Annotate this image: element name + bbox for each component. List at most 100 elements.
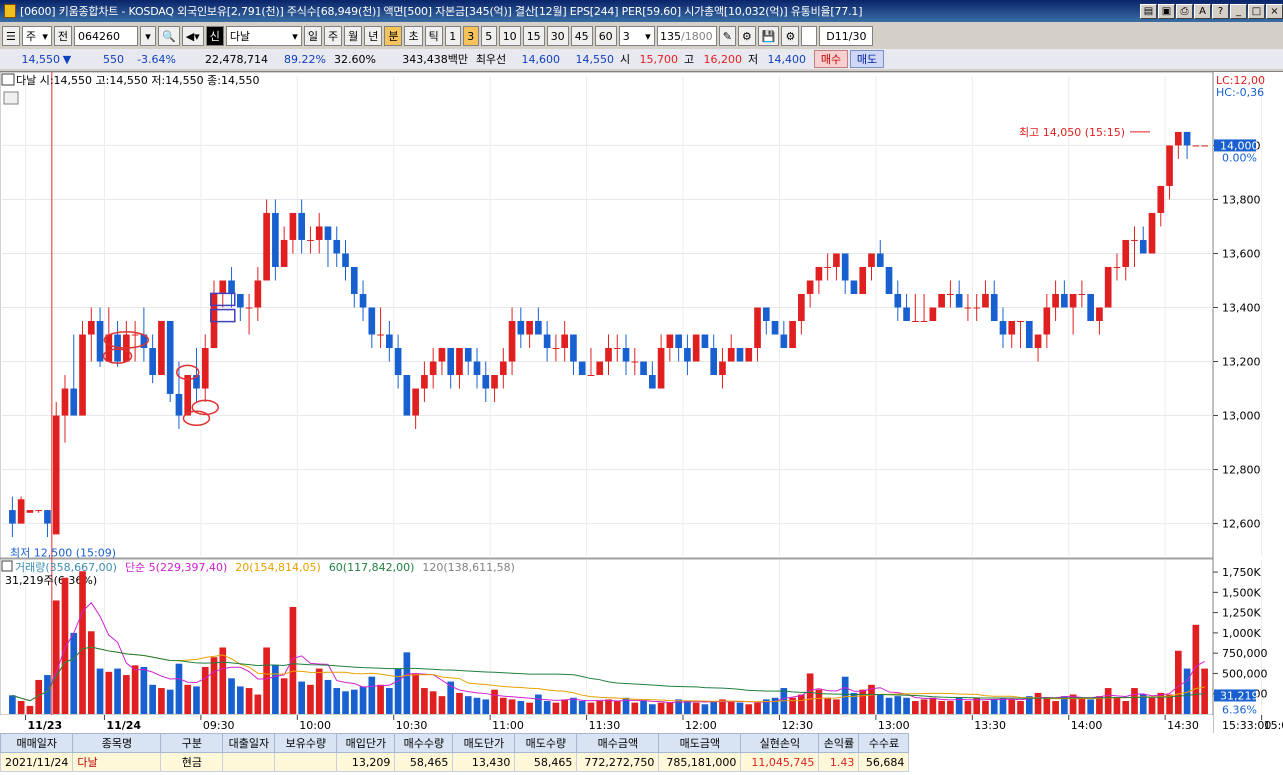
date-checkbox[interactable] bbox=[801, 26, 818, 46]
interval-60[interactable]: 60 bbox=[594, 26, 617, 46]
candle bbox=[631, 361, 639, 363]
tab-year[interactable]: 년 bbox=[364, 26, 383, 46]
interval-30[interactable]: 30 bbox=[546, 26, 569, 46]
volume-bar bbox=[1148, 697, 1156, 714]
volume-panel-icon[interactable] bbox=[1, 560, 13, 572]
y-tick-label: 13,400 bbox=[1222, 301, 1261, 314]
window-icon[interactable]: ▣ bbox=[1158, 3, 1175, 19]
trade-amount: 343,438백만 bbox=[402, 53, 468, 66]
candle bbox=[640, 361, 647, 376]
candle bbox=[17, 499, 25, 524]
grid-header[interactable]: 매입단가 bbox=[336, 733, 396, 753]
volume-bar bbox=[140, 666, 148, 714]
sound-icon[interactable]: ◀▾ bbox=[181, 26, 204, 46]
count-input[interactable]: 135/1800 bbox=[656, 26, 717, 46]
grid-toggle-icon[interactable] bbox=[3, 91, 19, 105]
candle bbox=[421, 375, 428, 389]
settings-icon[interactable]: ⚙ bbox=[781, 26, 800, 46]
layout-icon[interactable]: ▤ bbox=[1140, 3, 1157, 19]
grid-header[interactable]: 매매일자 bbox=[0, 733, 74, 753]
volume-bar bbox=[833, 699, 840, 714]
interval-3[interactable]: 3 bbox=[462, 26, 479, 46]
candle bbox=[1043, 307, 1051, 335]
candle bbox=[649, 375, 656, 389]
candle bbox=[87, 321, 95, 335]
grid-header[interactable]: 손익률 bbox=[818, 733, 860, 753]
interval-5[interactable]: 5 bbox=[480, 26, 497, 46]
date-input[interactable]: D 11/30 bbox=[819, 26, 874, 46]
candle bbox=[762, 307, 770, 321]
interval-45[interactable]: 45 bbox=[570, 26, 593, 46]
y-tick-label: 12,600 bbox=[1222, 518, 1261, 531]
candle bbox=[263, 212, 270, 281]
maximize-button[interactable]: □ bbox=[1248, 3, 1265, 19]
code-input[interactable]: 064260 bbox=[74, 26, 138, 46]
grid-header[interactable]: 종목명 bbox=[72, 733, 162, 753]
price-panel[interactable] bbox=[0, 71, 1214, 559]
help-icon[interactable]: ? bbox=[1212, 3, 1229, 19]
x-tick-label: 12:30 bbox=[781, 719, 813, 732]
volume-bar bbox=[166, 689, 174, 714]
interval-15[interactable]: 15 bbox=[522, 26, 545, 46]
period-select[interactable]: 주 ▾ bbox=[21, 26, 52, 46]
panel-icon[interactable] bbox=[1, 73, 15, 86]
grid-header[interactable]: 매수수량 bbox=[394, 733, 454, 753]
draw-tools-icon[interactable]: ✎ bbox=[718, 26, 736, 46]
prev-button[interactable]: 전 bbox=[53, 26, 72, 46]
volume-bar bbox=[52, 600, 60, 714]
hc-label: HC:-0,36 bbox=[1216, 86, 1264, 99]
volume-bar bbox=[263, 647, 270, 714]
grid-header[interactable]: 수수료 bbox=[858, 733, 910, 753]
tab-month[interactable]: 월 bbox=[344, 26, 363, 46]
grid-header[interactable]: 구분 bbox=[160, 733, 224, 753]
candle bbox=[368, 307, 376, 335]
chart-menu-icon[interactable]: ☰ bbox=[2, 26, 20, 46]
grid-header[interactable]: 매도수량 bbox=[514, 733, 578, 753]
volume-legend-item: 20(154,814,05) bbox=[235, 561, 321, 574]
candle bbox=[447, 348, 455, 376]
minimize-button[interactable]: _ bbox=[1230, 3, 1247, 19]
tab-day[interactable]: 일 bbox=[303, 26, 322, 46]
volume-bar bbox=[903, 697, 910, 714]
save-icon[interactable]: 💾 bbox=[757, 26, 780, 46]
grid-header[interactable]: 보유수량 bbox=[274, 733, 338, 753]
alert-icon[interactable]: A bbox=[1194, 3, 1211, 19]
volume-bar bbox=[9, 695, 16, 714]
grid-header[interactable]: 대출일자 bbox=[222, 733, 276, 753]
buy-button[interactable]: 매수 bbox=[814, 50, 848, 68]
interval-10[interactable]: 10 bbox=[498, 26, 521, 46]
candle bbox=[850, 280, 858, 294]
grid-header[interactable]: 매도금액 bbox=[658, 733, 742, 753]
grid-header[interactable]: 매도단가 bbox=[452, 733, 516, 753]
volume-bar bbox=[210, 657, 218, 714]
candle bbox=[833, 253, 840, 267]
candle bbox=[359, 293, 367, 308]
chart-svg[interactable]: 14,00013,80013,60013,40013,20013,00012,8… bbox=[0, 71, 1283, 734]
indicator-icon[interactable]: ⚙ bbox=[737, 26, 756, 46]
grid-header[interactable]: 실현손익 bbox=[740, 733, 820, 753]
volume-bar bbox=[552, 702, 560, 714]
print-icon[interactable]: ⎙ bbox=[1176, 3, 1193, 19]
grid-header[interactable]: 매수금액 bbox=[576, 733, 660, 753]
tab-week[interactable]: 주 bbox=[323, 26, 343, 46]
candle bbox=[552, 348, 560, 350]
tab-minute[interactable]: 분 bbox=[384, 26, 403, 46]
volume-bar bbox=[938, 701, 945, 714]
volume-bar bbox=[315, 668, 323, 714]
tab-tick[interactable]: 틱 bbox=[424, 26, 443, 46]
name-input[interactable]: 다날 ▾ bbox=[225, 26, 302, 46]
candle bbox=[1122, 239, 1130, 267]
interval-1[interactable]: 1 bbox=[444, 26, 461, 46]
high-price: 16,200 bbox=[703, 52, 743, 66]
interval-input[interactable]: 3 ▾ bbox=[618, 26, 655, 46]
candle bbox=[508, 321, 516, 362]
chart-area[interactable]: 14,00013,80013,60013,40013,20013,00012,8… bbox=[0, 71, 1283, 734]
candle bbox=[342, 253, 349, 267]
volume-bar bbox=[359, 686, 367, 714]
code-dropdown-icon[interactable]: ▾ bbox=[140, 26, 156, 46]
tab-second[interactable]: 초 bbox=[404, 26, 423, 46]
volume-bar bbox=[114, 668, 121, 714]
close-button[interactable]: × bbox=[1266, 3, 1283, 19]
search-icon[interactable]: 🔍 bbox=[158, 26, 180, 46]
sell-button[interactable]: 매도 bbox=[850, 50, 884, 68]
